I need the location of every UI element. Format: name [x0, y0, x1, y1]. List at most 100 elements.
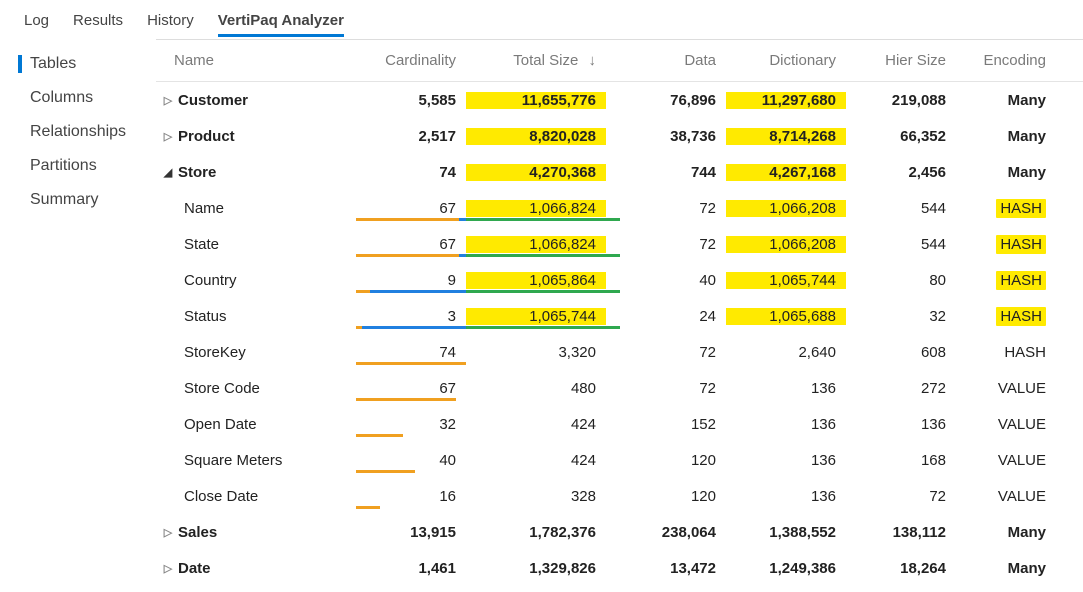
col-cardinality[interactable]: Cardinality — [356, 52, 466, 69]
cell-hier: 80 — [846, 272, 956, 289]
databar — [356, 434, 466, 437]
cell-card: 9 — [356, 272, 466, 289]
cell-dic: 1,066,208 — [726, 236, 846, 253]
row-name: Open Date — [184, 416, 257, 433]
cell-dic: 8,714,268 — [726, 128, 846, 145]
cell-tsz: 11,655,776 — [466, 92, 606, 109]
cell-card: 32 — [356, 416, 466, 433]
row-name: Store Code — [184, 380, 260, 397]
cell-hier: 168 — [846, 452, 956, 469]
expand-icon[interactable]: ▷ — [160, 92, 176, 108]
databar — [356, 398, 466, 401]
databar — [356, 470, 466, 473]
cell-data: 120 — [606, 452, 726, 469]
cell-enc: VALUE — [956, 380, 1056, 397]
col-hier-size[interactable]: Hier Size — [846, 52, 956, 69]
tab-vertipaq-analyzer[interactable]: VertiPaq Analyzer — [208, 6, 354, 39]
databar — [356, 506, 466, 509]
sidebar-item-columns[interactable]: Columns — [0, 81, 156, 115]
cell-hier: 136 — [846, 416, 956, 433]
sidebar-item-relationships[interactable]: Relationships — [0, 115, 156, 149]
databar — [356, 254, 466, 257]
cell-data: 72 — [606, 344, 726, 361]
table-row[interactable]: StoreKey 74 3,320 72 2,640 608 HASH — [156, 334, 1083, 370]
cell-data: 38,736 — [606, 128, 726, 145]
cell-hier: 2,456 — [846, 164, 956, 181]
cell-dic: 136 — [726, 452, 846, 469]
cell-hier: 66,352 — [846, 128, 956, 145]
row-name: Name — [184, 200, 224, 217]
tab-results[interactable]: Results — [63, 6, 133, 39]
row-name: Square Meters — [184, 452, 282, 469]
col-total-size-label: Total Size — [513, 52, 578, 69]
expand-icon[interactable]: ▷ — [160, 524, 176, 540]
table-row[interactable]: ▷ Customer 5,585 11,655,776 76,896 11,29… — [156, 82, 1083, 118]
cell-card: 3 — [356, 308, 466, 325]
cell-data: 72 — [606, 380, 726, 397]
col-data[interactable]: Data — [606, 52, 726, 69]
table-row[interactable]: Store Code 67 480 72 136 272 VALUE — [156, 370, 1083, 406]
cell-dic: 136 — [726, 488, 846, 505]
cell-enc: Many — [956, 164, 1056, 181]
cell-card: 67 — [356, 236, 466, 253]
cell-enc: Many — [956, 524, 1056, 541]
cell-tsz: 4,270,368 — [466, 164, 606, 181]
cell-hier: 608 — [846, 344, 956, 361]
sidebar-item-tables[interactable]: Tables — [0, 47, 156, 81]
table-row[interactable]: Close Date 16 328 120 136 72 VALUE — [156, 478, 1083, 514]
row-name: Product — [178, 128, 235, 145]
table-row[interactable]: Open Date 32 424 152 136 136 VALUE — [156, 406, 1083, 442]
collapse-icon[interactable]: ◢ — [160, 164, 176, 180]
cell-hier: 219,088 — [846, 92, 956, 109]
cell-enc: Many — [956, 128, 1056, 145]
table-row[interactable]: ▷ Sales 13,915 1,782,376 238,064 1,388,5… — [156, 514, 1083, 550]
cell-data: 120 — [606, 488, 726, 505]
cell-dic: 136 — [726, 380, 846, 397]
table-row[interactable]: Status 3 1,065,744 24 1,065,688 32 HASH — [156, 298, 1083, 334]
top-tabs: Log Results History VertiPaq Analyzer — [0, 0, 1083, 39]
expand-icon[interactable]: ▷ — [160, 560, 176, 576]
row-name: Country — [184, 272, 237, 289]
cell-data: 152 — [606, 416, 726, 433]
expand-icon[interactable]: ▷ — [160, 128, 176, 144]
table-row[interactable]: ◢ Store 74 4,270,368 744 4,267,168 2,456… — [156, 154, 1083, 190]
sidebar-item-summary[interactable]: Summary — [0, 183, 156, 217]
cell-dic: 4,267,168 — [726, 164, 846, 181]
col-dictionary[interactable]: Dictionary — [726, 52, 846, 69]
cell-enc: HASH — [956, 235, 1056, 254]
cell-tsz: 1,065,864 — [466, 272, 606, 289]
cell-card: 13,915 — [356, 524, 466, 541]
table-row[interactable]: Square Meters 40 424 120 136 168 VALUE — [156, 442, 1083, 478]
analyzer-grid: Name Cardinality Total Size ↓ Data Dicti… — [156, 39, 1083, 586]
cell-tsz: 8,820,028 — [466, 128, 606, 145]
cell-dic: 1,249,386 — [726, 560, 846, 577]
row-name: Store — [178, 164, 216, 181]
cell-card: 67 — [356, 200, 466, 217]
cell-enc: Many — [956, 560, 1056, 577]
col-name[interactable]: Name — [156, 52, 356, 69]
cell-card: 40 — [356, 452, 466, 469]
cell-hier: 138,112 — [846, 524, 956, 541]
sidebar-item-partitions[interactable]: Partitions — [0, 149, 156, 183]
col-encoding[interactable]: Encoding — [956, 52, 1056, 69]
cell-dic: 1,065,688 — [726, 308, 846, 325]
cell-card: 74 — [356, 344, 466, 361]
table-row[interactable]: State 67 1,066,824 72 1,066,208 544 HASH — [156, 226, 1083, 262]
table-row[interactable]: ▷ Date 1,461 1,329,826 13,472 1,249,386 … — [156, 550, 1083, 586]
cell-hier: 32 — [846, 308, 956, 325]
cell-card: 5,585 — [356, 92, 466, 109]
cell-tsz: 3,320 — [466, 344, 606, 361]
cell-card: 16 — [356, 488, 466, 505]
table-row[interactable]: ▷ Product 2,517 8,820,028 38,736 8,714,2… — [156, 118, 1083, 154]
table-row[interactable]: Country 9 1,065,864 40 1,065,744 80 HASH — [156, 262, 1083, 298]
cell-data: 72 — [606, 200, 726, 217]
cell-dic: 1,065,744 — [726, 272, 846, 289]
tab-log[interactable]: Log — [14, 6, 59, 39]
tab-history[interactable]: History — [137, 6, 204, 39]
cell-tsz: 424 — [466, 416, 606, 433]
col-total-size[interactable]: Total Size ↓ — [466, 52, 606, 69]
cell-hier: 544 — [846, 200, 956, 217]
cell-data: 72 — [606, 236, 726, 253]
cell-enc: VALUE — [956, 416, 1056, 433]
table-row[interactable]: Name 67 1,066,824 72 1,066,208 544 HASH — [156, 190, 1083, 226]
